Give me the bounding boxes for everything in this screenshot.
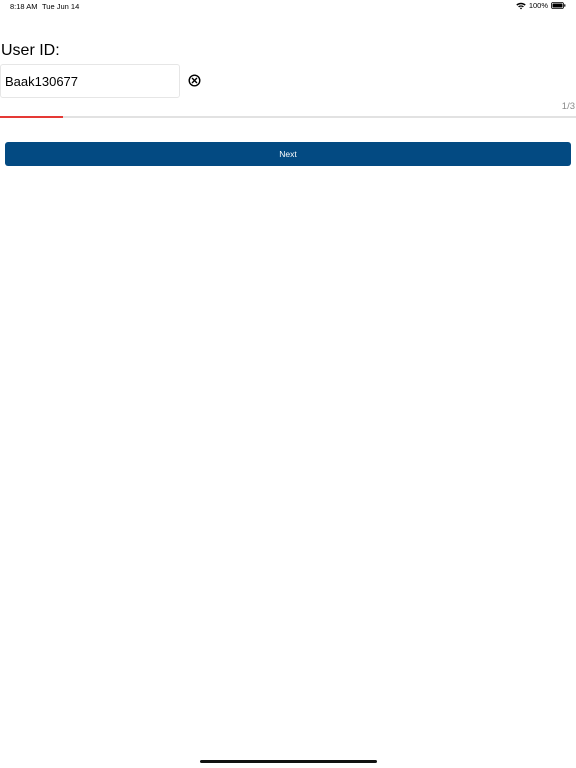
status-bar: 8:18 AM Tue Jun 14 100%: [0, 0, 576, 14]
status-indicators: 100%: [516, 1, 566, 10]
battery-percentage: 100%: [528, 1, 548, 10]
status-time: 8:18 AM: [10, 2, 38, 11]
user-id-input[interactable]: [0, 64, 180, 98]
status-date: Tue Jun 14: [42, 2, 80, 11]
clear-circle-x-icon[interactable]: [188, 74, 201, 87]
login-screen: 8:18 AM Tue Jun 14 100% User ID: Baak130…: [0, 0, 576, 768]
battery-icon: [551, 2, 566, 9]
next-button[interactable]: Next: [5, 142, 571, 166]
home-indicator: [200, 760, 377, 763]
user-id-label: User ID:: [1, 42, 60, 59]
step-counter: 1/3: [561, 101, 575, 112]
progress-bar-fill: [0, 116, 64, 118]
wifi-icon: [516, 2, 526, 10]
progress-bar: [0, 116, 576, 118]
